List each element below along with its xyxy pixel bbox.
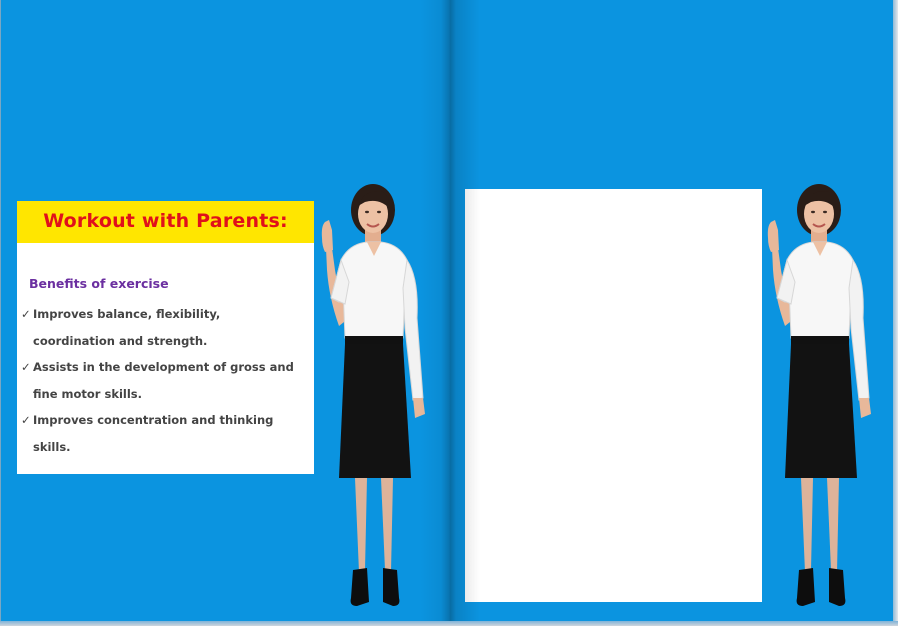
workout-card: Workout with Parents: Benefits of exerci… <box>17 201 314 474</box>
list-item-line: Improves balance, flexibility, <box>33 307 221 321</box>
check-icon: ✓ <box>21 360 31 374</box>
list-item-line: fine motor skills. <box>33 386 143 401</box>
check-icon: ✓ <box>21 307 31 321</box>
check-icon: ✓ <box>21 413 31 427</box>
card-subtitle: Benefits of exercise <box>29 276 169 291</box>
list-item-line: Improves concentration and thinking skil… <box>33 413 274 454</box>
card-header-band: Workout with Parents: <box>17 201 314 243</box>
list-item: ✓ Assists in the development of gross an… <box>21 354 313 407</box>
list-item-line: coordination and strength. <box>33 333 208 348</box>
list-item: ✓ Improves balance, flexibility, coordin… <box>21 301 313 354</box>
blank-white-panel <box>465 189 762 602</box>
page-edge <box>893 0 898 626</box>
book-gutter-shadow <box>420 0 480 626</box>
left-page: Workout with Parents: Benefits of exerci… <box>0 0 450 626</box>
list-item: ✓ Improves concentration and thinking sk… <box>21 407 313 460</box>
woman-pointing-up-figure <box>751 178 891 610</box>
page-edge <box>0 621 898 626</box>
card-title: Workout with Parents: <box>43 210 288 232</box>
benefits-list: ✓ Improves balance, flexibility, coordin… <box>21 301 313 460</box>
list-item-line: Assists in the development of gross and <box>33 360 294 374</box>
book-spread: Workout with Parents: Benefits of exerci… <box>0 0 898 626</box>
